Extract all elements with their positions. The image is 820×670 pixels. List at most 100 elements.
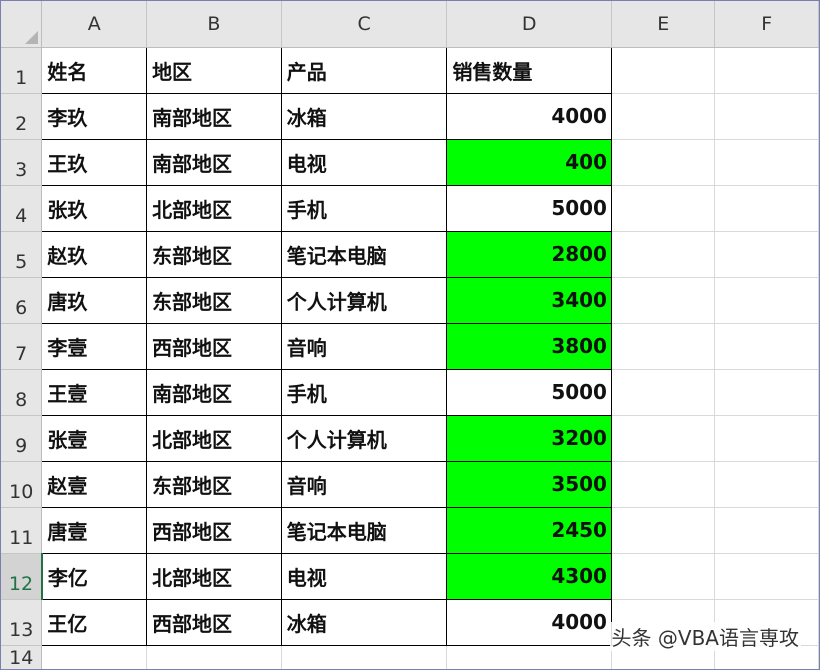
column-header-d[interactable]: D <box>446 1 612 48</box>
cell-product[interactable]: 音响 <box>280 460 448 508</box>
cell-name-header[interactable]: 姓名 <box>41 46 148 94</box>
cell-product[interactable]: 个人计算机 <box>280 276 448 324</box>
column-header-b[interactable]: B <box>146 1 282 48</box>
cell-name[interactable]: 王玖 <box>41 138 148 186</box>
cell-product[interactable]: 电视 <box>280 552 448 600</box>
cell-empty[interactable] <box>611 507 716 554</box>
cell-region-header[interactable]: 地区 <box>146 46 282 94</box>
cell-product[interactable]: 电视 <box>280 138 448 186</box>
cell-empty[interactable] <box>611 323 716 370</box>
cell-empty[interactable] <box>714 277 819 324</box>
cell-qty[interactable]: 3500 <box>446 460 612 508</box>
row-header[interactable]: 13 <box>1 599 43 646</box>
cell-product[interactable]: 音响 <box>280 322 448 370</box>
cell-qty[interactable]: 2450 <box>446 506 612 554</box>
cell-empty[interactable] <box>714 93 819 140</box>
cell-qty[interactable]: 5000 <box>446 368 612 416</box>
cell-name[interactable]: 唐壹 <box>41 506 148 554</box>
row-header[interactable]: 4 <box>1 185 43 232</box>
cell-empty[interactable] <box>611 93 716 140</box>
cell-qty-header[interactable]: 销售数量 <box>446 46 612 94</box>
cell-region[interactable]: 北部地区 <box>146 552 282 600</box>
cell-name[interactable]: 张玖 <box>41 184 148 232</box>
cell-empty[interactable] <box>41 645 148 669</box>
cell-product[interactable]: 手机 <box>280 184 448 232</box>
cell-region[interactable]: 南部地区 <box>146 368 282 416</box>
cell-empty[interactable] <box>714 415 819 462</box>
cell-qty[interactable]: 2800 <box>446 230 612 278</box>
cell-region[interactable]: 南部地区 <box>146 92 282 140</box>
row-header[interactable]: 12 <box>1 553 43 600</box>
row-header[interactable]: 8 <box>1 369 43 416</box>
row-header[interactable]: 5 <box>1 231 43 278</box>
cell-region[interactable]: 西部地区 <box>146 598 282 646</box>
cell-name[interactable]: 李壹 <box>41 322 148 370</box>
cell-region[interactable]: 西部地区 <box>146 506 282 554</box>
row-header[interactable]: 6 <box>1 277 43 324</box>
cell-name[interactable]: 李玖 <box>41 92 148 140</box>
cell-name[interactable]: 李亿 <box>41 552 148 600</box>
cell-region[interactable]: 东部地区 <box>146 230 282 278</box>
cell-name[interactable]: 唐玖 <box>41 276 148 324</box>
row-header[interactable]: 2 <box>1 93 43 140</box>
column-header-e[interactable]: E <box>611 1 716 48</box>
row-header[interactable]: 7 <box>1 323 43 370</box>
cell-region[interactable]: 南部地区 <box>146 138 282 186</box>
cell-name[interactable]: 张壹 <box>41 414 148 462</box>
cell-empty[interactable] <box>611 47 716 94</box>
cell-qty[interactable]: 3200 <box>446 414 612 462</box>
cell-empty[interactable] <box>714 369 819 416</box>
cell-product[interactable]: 手机 <box>280 368 448 416</box>
cell-empty[interactable] <box>611 553 716 600</box>
cell-empty[interactable] <box>714 553 819 600</box>
cell-empty[interactable] <box>611 185 716 232</box>
cell-empty[interactable] <box>714 47 819 94</box>
cell-empty[interactable] <box>446 645 612 669</box>
cell-empty[interactable] <box>714 323 819 370</box>
cell-name[interactable]: 王壹 <box>41 368 148 416</box>
cell-region[interactable]: 北部地区 <box>146 184 282 232</box>
cell-name[interactable]: 赵壹 <box>41 460 148 508</box>
cell-region[interactable]: 东部地区 <box>146 460 282 508</box>
cell-empty[interactable] <box>611 277 716 324</box>
cell-product[interactable]: 笔记本电脑 <box>280 506 448 554</box>
cell-product[interactable]: 冰箱 <box>280 598 448 646</box>
cell-region[interactable]: 东部地区 <box>146 276 282 324</box>
cell-qty[interactable]: 400 <box>446 138 612 186</box>
cell-qty[interactable]: 5000 <box>446 184 612 232</box>
row-header[interactable]: 11 <box>1 507 43 554</box>
select-all-button[interactable] <box>1 1 43 48</box>
cell-empty[interactable] <box>714 507 819 554</box>
cell-empty[interactable] <box>611 415 716 462</box>
cell-name[interactable]: 王亿 <box>41 598 148 646</box>
column-header-c[interactable]: C <box>281 1 448 48</box>
column-header-a[interactable]: A <box>41 1 148 48</box>
row-header[interactable]: 14 <box>1 645 43 669</box>
cell-empty[interactable] <box>714 461 819 508</box>
cell-region[interactable]: 西部地区 <box>146 322 282 370</box>
cell-qty[interactable]: 4000 <box>446 598 612 646</box>
cell-empty[interactable] <box>146 645 282 669</box>
cell-qty[interactable]: 4000 <box>446 92 612 140</box>
cell-empty[interactable] <box>281 645 448 669</box>
row-header[interactable]: 9 <box>1 415 43 462</box>
cell-product[interactable]: 个人计算机 <box>280 414 448 462</box>
cell-product[interactable]: 笔记本电脑 <box>280 230 448 278</box>
row-header[interactable]: 3 <box>1 139 43 186</box>
cell-qty[interactable]: 4300 <box>446 552 612 600</box>
row-header[interactable]: 10 <box>1 461 43 508</box>
row-header[interactable]: 1 <box>1 47 43 94</box>
cell-product[interactable]: 冰箱 <box>280 92 448 140</box>
cell-product-header[interactable]: 产品 <box>280 46 448 94</box>
cell-empty[interactable] <box>611 231 716 278</box>
cell-empty[interactable] <box>714 139 819 186</box>
cell-name[interactable]: 赵玖 <box>41 230 148 278</box>
cell-empty[interactable] <box>714 231 819 278</box>
cell-region[interactable]: 北部地区 <box>146 414 282 462</box>
cell-qty[interactable]: 3800 <box>446 322 612 370</box>
column-header-f[interactable]: F <box>714 1 819 48</box>
cell-empty[interactable] <box>611 369 716 416</box>
cell-qty[interactable]: 3400 <box>446 276 612 324</box>
cell-empty[interactable] <box>611 461 716 508</box>
cell-empty[interactable] <box>611 139 716 186</box>
